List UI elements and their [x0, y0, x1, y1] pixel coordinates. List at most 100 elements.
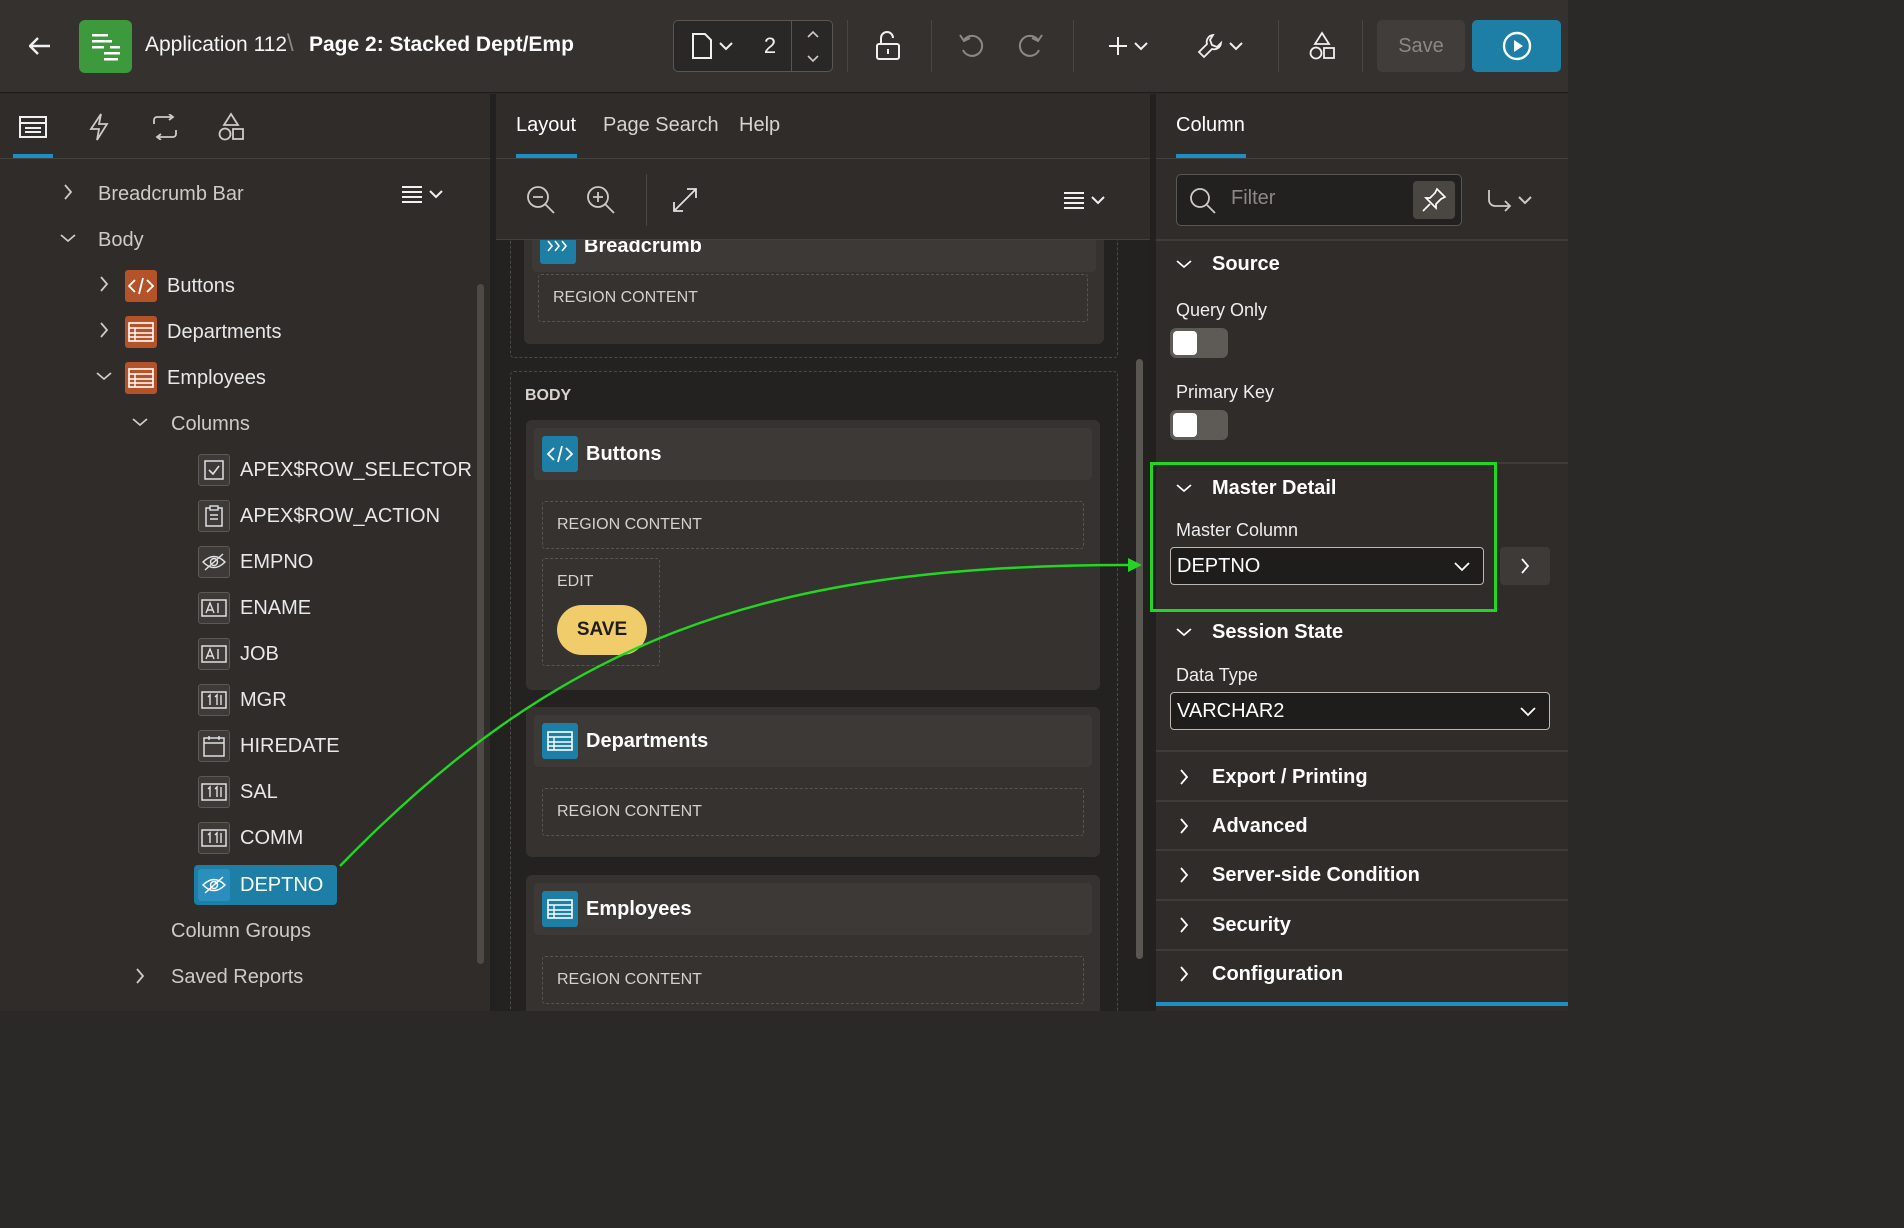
tree-node-column[interactable]: EMPNO — [198, 542, 313, 582]
left-panel-tabs — [0, 94, 490, 159]
breadcrumb-region[interactable]: Breadcrumb REGION CONTENT — [524, 240, 1104, 344]
app-name-link[interactable]: Application 112 — [145, 33, 287, 57]
tree-node-column-selected[interactable]: DEPTNO — [194, 865, 338, 905]
tree-node-column[interactable]: HIREDATE — [198, 726, 340, 766]
chevron-right-icon — [1521, 558, 1530, 574]
tree-node-body[interactable]: Body — [98, 220, 144, 260]
tree-node-column[interactable]: APEX$ROW_ACTION — [198, 496, 440, 536]
tree-node-column-groups[interactable]: Column Groups — [171, 911, 311, 951]
tree-node-label: DEPTNO — [240, 873, 324, 896]
save-page-button[interactable]: SAVE — [557, 605, 647, 655]
tree-node-column[interactable]: SAL — [198, 772, 278, 812]
code-icon — [125, 270, 157, 302]
tree-node-breadcrumb-bar[interactable]: Breadcrumb Bar — [98, 174, 244, 214]
tree-node-label: ENAME — [240, 596, 312, 619]
data-type-select[interactable]: VARCHAR2 — [1170, 692, 1550, 730]
tree-node-column[interactable]: ENAME — [198, 588, 311, 628]
tree-node-buttons[interactable]: Buttons — [125, 266, 235, 306]
filter-input[interactable]: Filter — [1231, 187, 1275, 210]
tree-node-employees[interactable]: Employees — [125, 358, 266, 398]
tree-node-column[interactable]: JOB — [198, 634, 279, 674]
section-security-header[interactable]: Security — [1156, 901, 1568, 949]
tree-node-departments[interactable]: Departments — [125, 312, 282, 352]
breadcrumb-separator: \ — [287, 30, 294, 57]
section-source-header[interactable]: Source — [1156, 240, 1568, 288]
save-button[interactable]: Save — [1377, 20, 1465, 72]
section-configuration-header[interactable]: Configuration — [1156, 950, 1568, 998]
tab-dynamic-actions[interactable] — [79, 108, 119, 146]
section-advanced-header[interactable]: Advanced — [1156, 802, 1568, 850]
section-session-state-header[interactable]: Session State — [1156, 608, 1568, 656]
run-page-button[interactable] — [1472, 20, 1561, 72]
page-selector: 2 — [673, 20, 833, 72]
layout-menu-button[interactable] — [1058, 176, 1110, 224]
tab-layout[interactable]: Layout — [516, 114, 576, 137]
edit-slot: EDIT SAVE — [542, 558, 660, 666]
section-server-side-condition-header[interactable]: Server-side Condition — [1156, 851, 1568, 899]
edit-slot-label: EDIT — [557, 573, 594, 590]
chevron-right-icon[interactable] — [130, 966, 150, 986]
tab-processing[interactable] — [145, 108, 185, 146]
buttons-region[interactable]: Buttons REGION CONTENT EDIT SAVE — [526, 420, 1100, 690]
pin-button[interactable] — [1413, 181, 1455, 219]
active-tab-indicator — [13, 154, 53, 158]
tree-node-label: SAL — [240, 780, 278, 803]
region-content-slot: REGION CONTENT — [538, 274, 1088, 322]
back-button[interactable] — [22, 30, 58, 62]
chevron-down-icon[interactable] — [58, 228, 78, 248]
master-column-select[interactable]: DEPTNO — [1170, 547, 1484, 585]
tab-column[interactable]: Column — [1176, 114, 1245, 137]
go-to-group-button[interactable] — [1486, 176, 1532, 224]
shared-components-button[interactable] — [1302, 22, 1342, 70]
toggle-knob — [1173, 331, 1197, 355]
zoom-in-button[interactable] — [586, 176, 616, 224]
tab-rendering[interactable] — [13, 108, 53, 146]
employees-region[interactable]: Employees REGION CONTENT — [526, 875, 1100, 1011]
chevron-right-icon[interactable] — [94, 274, 114, 294]
primary-key-toggle[interactable] — [1170, 410, 1228, 440]
chevron-right-icon[interactable] — [94, 320, 114, 340]
page-down-button[interactable] — [792, 46, 833, 71]
zoom-out-button[interactable] — [526, 176, 556, 224]
expand-icon — [673, 188, 697, 212]
redo-button[interactable] — [1010, 22, 1050, 70]
tree-node-column[interactable]: COMM — [198, 818, 303, 858]
wrench-icon — [1197, 33, 1223, 59]
query-only-toggle[interactable] — [1170, 328, 1228, 358]
tree-node-saved-reports[interactable]: Saved Reports — [171, 957, 303, 997]
interactive-grid-icon — [125, 362, 157, 394]
chevron-down-icon[interactable] — [130, 412, 150, 432]
app-icon[interactable] — [79, 20, 132, 73]
go-to-master-column-button[interactable] — [1500, 547, 1550, 585]
tab-page-search[interactable]: Page Search — [603, 114, 719, 137]
tab-help[interactable]: Help — [739, 114, 780, 137]
utilities-menu-button[interactable] — [1192, 22, 1248, 70]
section-export-printing-header[interactable]: Export / Printing — [1156, 753, 1568, 801]
chevron-down-icon[interactable] — [94, 366, 114, 386]
layout-canvas[interactable]: Breadcrumb REGION CONTENT BODY Buttons R… — [496, 240, 1150, 1011]
tree-node-column[interactable]: MGR — [198, 680, 287, 720]
page-number-input[interactable]: 2 — [750, 21, 790, 71]
tab-shared-components[interactable] — [211, 108, 251, 146]
expand-button[interactable] — [672, 176, 698, 224]
undo-button[interactable] — [952, 22, 992, 70]
chevron-right-icon[interactable] — [58, 182, 78, 202]
canvas-scrollbar[interactable] — [1136, 359, 1143, 959]
tree-node-column[interactable]: APEX$ROW_SELECTOR — [198, 450, 472, 490]
bottom-accent-bar — [1156, 1002, 1568, 1006]
lock-button[interactable] — [868, 22, 908, 70]
section-title: Export / Printing — [1212, 765, 1368, 788]
section-master-detail-header[interactable]: Master Detail — [1156, 464, 1568, 512]
shapes-icon — [218, 112, 244, 141]
redo-icon — [1018, 34, 1043, 57]
tree-menu-button[interactable] — [396, 178, 448, 210]
left-scrollbar[interactable] — [477, 284, 484, 964]
page-up-button[interactable] — [792, 21, 833, 46]
master-column-label: Master Column — [1176, 520, 1299, 540]
create-menu-button[interactable] — [1100, 22, 1156, 70]
toolbar-divider — [1073, 20, 1074, 72]
tree-node-columns[interactable]: Columns — [171, 404, 250, 444]
undo-icon — [959, 34, 984, 57]
page-finder-button[interactable] — [674, 21, 749, 71]
departments-region[interactable]: Departments REGION CONTENT — [526, 707, 1100, 857]
